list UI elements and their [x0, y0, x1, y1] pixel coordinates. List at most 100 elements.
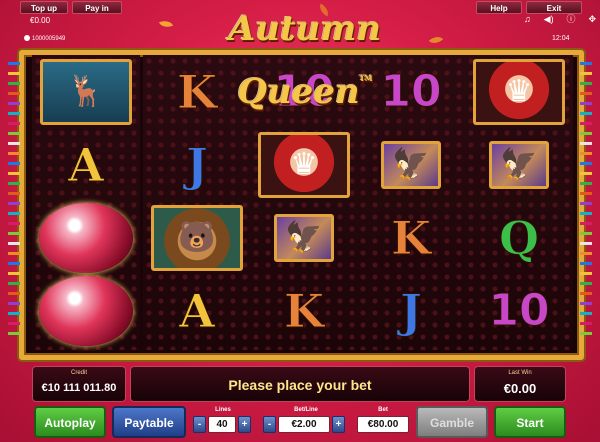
last-win-box: Last Win €0.00	[474, 366, 566, 402]
symbol-K: K	[284, 283, 325, 338]
symbol-J: J	[186, 137, 209, 192]
crystal-orb-icon	[39, 275, 133, 346]
line-marker	[580, 162, 592, 165]
line-marker	[580, 132, 592, 135]
stag-icon: 🦌	[40, 58, 132, 125]
line-marker	[8, 152, 20, 155]
line-marker	[8, 82, 20, 85]
line-marker	[8, 112, 20, 115]
queen-glyph: ♛	[290, 147, 318, 181]
line-marker	[580, 142, 592, 145]
top-up-button[interactable]: Top up	[20, 1, 68, 14]
message-box: Please place your bet	[130, 366, 470, 402]
bear-icon: 🐻	[151, 204, 243, 271]
music-note-icon[interactable]: ♫	[524, 14, 531, 24]
line-marker	[8, 172, 20, 175]
line-marker	[8, 182, 20, 185]
bet-label: Bet	[378, 407, 388, 413]
symbol-10: 10	[488, 284, 550, 336]
line-marker	[8, 332, 20, 335]
letter-symbol: Q	[465, 201, 573, 274]
line-marker	[8, 192, 20, 195]
letter-symbol: J	[357, 274, 465, 347]
symbol-K: K	[391, 210, 432, 265]
autoplay-button[interactable]: Autoplay	[34, 406, 106, 438]
line-marker	[8, 312, 20, 315]
letter-symbol: K	[250, 274, 358, 347]
paytable-button[interactable]: Paytable	[112, 406, 186, 438]
info-icon[interactable]: ⓘ	[567, 14, 576, 24]
line-marker	[580, 232, 592, 235]
lines-plus-button[interactable]: +	[238, 416, 251, 433]
gamble-button[interactable]: Gamble	[416, 406, 488, 438]
line-marker	[580, 82, 592, 85]
help-button[interactable]: Help	[476, 1, 522, 14]
symbol-J: J	[400, 283, 423, 338]
reel-2: K J 🐻 A	[143, 55, 251, 350]
line-marker	[8, 132, 20, 135]
letter-symbol: K	[357, 201, 465, 274]
last-win-label: Last Win	[508, 370, 532, 376]
game-logo: Autumn QueenTM	[170, 4, 440, 112]
status-message: Please place your bet	[228, 377, 372, 393]
bet-line-label: Bet/Line	[294, 407, 318, 413]
hawk-glyph: 🦅	[285, 220, 323, 254]
reel-4: 10 🦅 K J	[357, 55, 465, 350]
line-marker	[8, 262, 20, 265]
bet-line-minus-button[interactable]: -	[263, 416, 276, 433]
letter-symbol: K	[143, 55, 251, 128]
hawk-icon: 🦅	[274, 213, 334, 262]
hawk-symbol: 🦅	[357, 128, 465, 201]
line-marker	[8, 272, 20, 275]
reel-1: 🦌 A	[32, 55, 140, 350]
crystal-orb-symbol	[32, 274, 140, 347]
line-marker	[580, 202, 592, 205]
trademark-mark: TM	[359, 74, 373, 83]
letter-symbol: 10	[357, 55, 465, 128]
reel-5: ♛ 🦅 Q 10	[465, 55, 573, 350]
pay-in-button[interactable]: Pay in	[72, 1, 122, 14]
letter-symbol: J	[143, 128, 251, 201]
bear-glyph: 🐻	[178, 220, 216, 254]
line-marker	[8, 282, 20, 285]
exit-button[interactable]: Exit	[526, 1, 582, 14]
line-marker	[8, 292, 20, 295]
queen-symbol: ♛	[465, 55, 573, 128]
session-id-text: 1000005949	[32, 36, 66, 42]
lines-value: 40	[208, 416, 236, 433]
line-marker	[580, 102, 592, 105]
line-marker	[8, 222, 20, 225]
hawk-symbol: 🦅	[465, 128, 573, 201]
letter-symbol: A	[143, 274, 251, 347]
line-marker	[580, 322, 592, 325]
clock: 12:04	[552, 35, 570, 42]
fullscreen-icon[interactable]: ✥	[588, 14, 596, 24]
symbol-K: K	[177, 64, 218, 119]
queen-icon: ♛	[258, 131, 350, 198]
line-marker	[580, 152, 592, 155]
line-marker	[8, 92, 20, 95]
lines-minus-button[interactable]: -	[193, 416, 206, 433]
line-marker	[8, 252, 20, 255]
start-button[interactable]: Start	[494, 406, 566, 438]
line-marker	[580, 272, 592, 275]
line-marker	[580, 332, 592, 335]
stag-symbol: 🦌	[32, 55, 140, 128]
game-title: Autumn Queen	[228, 9, 382, 112]
line-marker	[8, 302, 20, 305]
line-marker	[8, 162, 20, 165]
session-dot-icon	[24, 35, 30, 41]
line-marker	[580, 62, 592, 65]
symbol-A: A	[179, 283, 216, 338]
queen-symbol: ♛	[250, 128, 358, 201]
line-marker	[8, 212, 20, 215]
line-marker	[580, 212, 592, 215]
credit-label: Credit	[70, 370, 87, 376]
bet-line-plus-button[interactable]: +	[332, 416, 345, 433]
line-marker	[580, 112, 592, 115]
line-marker	[580, 292, 592, 295]
line-marker	[8, 62, 20, 65]
line-marker	[580, 222, 592, 225]
queen-glyph: ♛	[505, 74, 533, 108]
sound-icon[interactable]: ◀)	[544, 14, 554, 24]
